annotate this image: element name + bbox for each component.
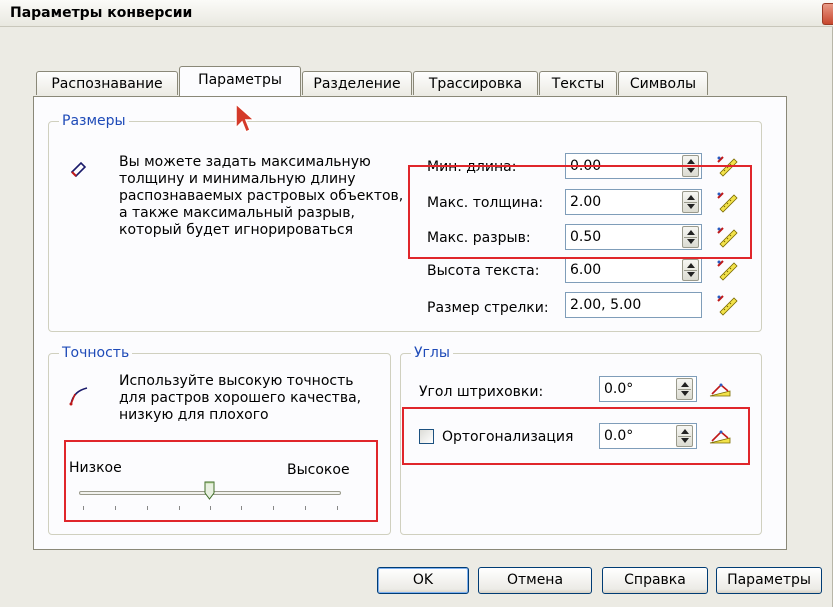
- arrow-size-label: Размер стрелки:: [427, 300, 549, 316]
- tab-tracing[interactable]: Трассировка: [413, 71, 538, 95]
- ruler-pick-icon[interactable]: [715, 293, 739, 317]
- mouse-cursor-icon: [235, 102, 256, 134]
- line-tool-icon: [70, 161, 87, 178]
- curve-tool-icon: [69, 387, 88, 406]
- cancel-button[interactable]: Отмена: [478, 567, 592, 594]
- arrow-size-field[interactable]: 2.00, 5.00: [565, 292, 702, 318]
- hatch-angle-spin[interactable]: [676, 378, 693, 400]
- highlight-thickness-gap: [408, 165, 752, 259]
- tab-symbols[interactable]: Символы: [618, 71, 708, 95]
- window-title: Параметры конверсии: [10, 5, 193, 21]
- highlight-ortho: [402, 407, 750, 465]
- sizes-description: Вы можете задать максимальную толщину и …: [119, 154, 404, 238]
- tab-parameters[interactable]: Параметры: [179, 66, 301, 96]
- text-height-label: Высота текста:: [427, 263, 540, 279]
- highlight-slider: [64, 440, 378, 522]
- sizes-group-title: Размеры: [59, 112, 129, 130]
- angles-group-title: Углы: [411, 344, 453, 362]
- help-button[interactable]: Справка: [602, 567, 708, 594]
- text-height-spin[interactable]: [682, 259, 699, 281]
- close-icon[interactable]: [822, 3, 833, 25]
- title-bar: Параметры конверсии: [0, 0, 833, 27]
- ok-button[interactable]: OK: [377, 567, 469, 594]
- angle-pick-icon[interactable]: [708, 377, 732, 401]
- ruler-pick-icon[interactable]: [715, 258, 739, 282]
- tab-texts[interactable]: Тексты: [539, 71, 617, 95]
- precision-description: Используйте высокую точность для растров…: [119, 373, 362, 423]
- tab-recognition[interactable]: Распознавание: [36, 71, 178, 95]
- parameters-button[interactable]: Параметры: [716, 567, 822, 594]
- hatch-angle-label: Угол штриховки:: [419, 384, 544, 400]
- tab-separation[interactable]: Разделение: [302, 71, 412, 95]
- conversion-dialog: Параметры конверсии Распознавание Параме…: [0, 0, 833, 607]
- precision-group-title: Точность: [59, 344, 133, 362]
